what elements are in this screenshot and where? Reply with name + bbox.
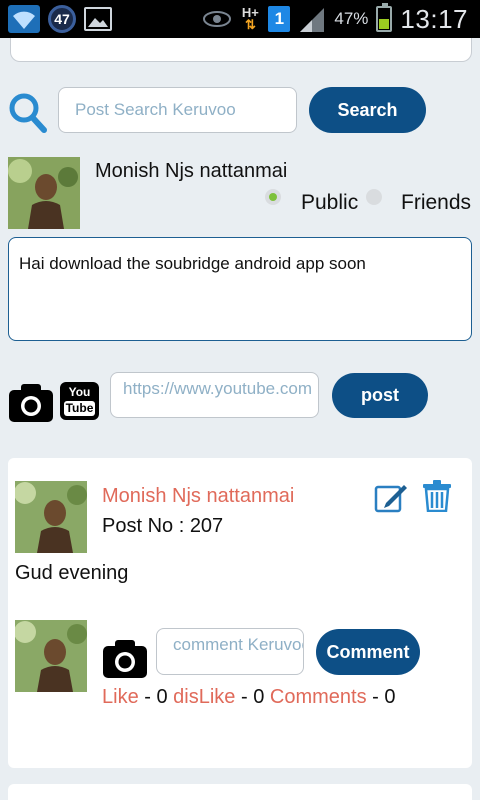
next-post-card — [8, 784, 472, 800]
post-author-avatar[interactable] — [15, 481, 87, 553]
comments-count: - 0 — [372, 686, 396, 708]
sim-icon: 1 — [268, 6, 291, 32]
post-textarea[interactable]: Hai download the soubridge android app s… — [8, 237, 472, 341]
radio-friends[interactable] — [366, 189, 382, 205]
youtube-icon-you: You — [68, 385, 91, 399]
radio-friends-label[interactable]: Friends — [401, 191, 471, 215]
search-button[interactable]: Search — [309, 87, 426, 133]
comment-camera-icon[interactable] — [102, 638, 148, 680]
youtube-icon[interactable]: You Tube — [60, 382, 99, 420]
commenter-avatar — [15, 620, 87, 692]
gallery-icon — [84, 7, 112, 31]
composer-avatar — [8, 157, 80, 229]
composer-user-name: Monish Njs nattanmai — [95, 160, 288, 182]
like-link[interactable]: Like — [102, 686, 139, 708]
eye-icon — [203, 11, 232, 27]
comment-input[interactable]: comment Keruvoo — [156, 628, 304, 675]
trash-icon[interactable] — [419, 480, 455, 512]
top-field[interactable] — [10, 38, 472, 62]
radio-public-label[interactable]: Public — [301, 191, 358, 215]
search-input[interactable] — [58, 87, 297, 133]
youtube-url-input[interactable]: https://www.youtube.com — [110, 372, 319, 418]
dislike-link[interactable]: disLike — [173, 686, 235, 708]
post-number: Post No : 207 — [102, 515, 224, 537]
camera-icon[interactable] — [8, 382, 54, 424]
battery-fill — [379, 18, 390, 29]
post-stats: Like - 0 disLike - 0 Comments - 0 — [102, 686, 396, 709]
search-icon[interactable] — [8, 92, 48, 134]
network-hplus-icon: H+ ⇅ — [241, 5, 259, 32]
signal-icon — [300, 8, 325, 32]
wifi-icon — [8, 5, 40, 33]
battery-percent: 47% — [334, 9, 369, 28]
like-count: - 0 — [144, 686, 168, 708]
status-bar: 47 H+ ⇅ 1 47% 13:17 — [0, 0, 480, 38]
dislike-count: - 0 — [241, 686, 265, 708]
edit-icon[interactable] — [374, 481, 408, 513]
youtube-icon-tube: Tube — [63, 401, 96, 416]
radio-public[interactable] — [265, 189, 281, 205]
notification-badge: 47 — [48, 5, 76, 33]
comments-link[interactable]: Comments — [270, 686, 367, 708]
post-button[interactable]: post — [332, 373, 428, 418]
comment-button[interactable]: Comment — [316, 629, 420, 675]
post-body-text: Gud evening — [15, 562, 129, 584]
post-author-name[interactable]: Monish Njs nattanmai — [102, 485, 294, 508]
battery-icon — [376, 3, 393, 32]
clock: 13:17 — [400, 3, 468, 34]
